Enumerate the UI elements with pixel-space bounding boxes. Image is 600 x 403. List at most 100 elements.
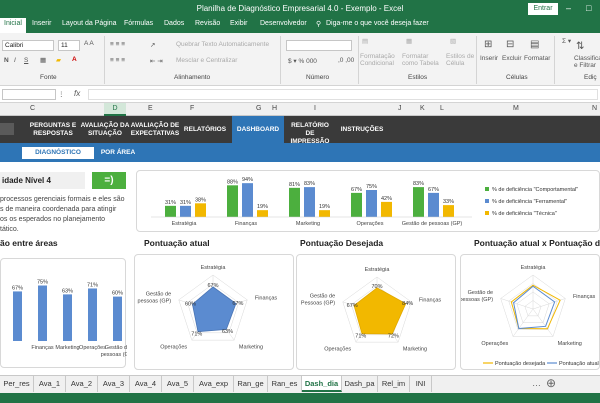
bold-icon[interactable]: N	[4, 57, 9, 64]
sheet-tab[interactable]: Ava_2	[66, 376, 98, 392]
format-cells-button[interactable]: Formatar	[524, 55, 550, 62]
scroll-tabs-icon[interactable]: …	[532, 378, 541, 388]
column-header[interactable]: M	[513, 105, 519, 112]
tell-me-box[interactable]: Diga-me o que você deseja fazer	[326, 20, 429, 27]
column-header[interactable]: F	[190, 105, 194, 112]
sheet-tab[interactable]: Ava_4	[130, 376, 162, 392]
column-header[interactable]: C	[30, 105, 35, 112]
column-header[interactable]: I	[314, 105, 316, 112]
formula-input[interactable]	[88, 89, 598, 100]
group-number-label: Número	[306, 74, 330, 81]
align-top-icon[interactable]: ≡ ≡ ≡	[110, 41, 125, 48]
insert-cells-icon[interactable]: ⊞	[484, 39, 492, 50]
format-table-button[interactable]: Formatar como Tabela	[402, 53, 444, 67]
nav-instrucoes[interactable]: INSTRUÇÕES	[338, 126, 386, 134]
underline-icon[interactable]: S	[24, 57, 28, 64]
minimize-icon[interactable]: –	[566, 3, 571, 13]
column-header[interactable]: L	[440, 105, 444, 112]
autosum-icon[interactable]: Σ ▾	[562, 37, 571, 45]
radar-category-label: Marketing	[558, 341, 582, 347]
ribbon-separator	[358, 36, 359, 84]
column-header[interactable]: D	[104, 103, 126, 116]
restore-icon[interactable]: □	[586, 3, 591, 13]
fx-icon[interactable]: fx	[74, 89, 80, 98]
delete-cells-button[interactable]: Excluir	[502, 55, 522, 62]
grow-font-icon[interactable]: A A	[84, 40, 94, 47]
tab-desenvolvedor[interactable]: Desenvolvedor	[260, 20, 307, 27]
sheet-tab[interactable]: Dash_dia	[302, 376, 342, 392]
tab-por-area[interactable]: POR ÁREA	[96, 147, 140, 159]
sheet-tab[interactable]: Ava_1	[34, 376, 66, 392]
cell-styles-icon[interactable]: ▧	[450, 37, 456, 45]
italic-icon[interactable]: I	[14, 57, 16, 64]
tab-exibir[interactable]: Exibir	[230, 20, 248, 27]
add-sheet-icon[interactable]: ⊕	[546, 376, 556, 390]
ribbon-tabs: Inicial Inserir Layout da Página Fórmula…	[0, 17, 600, 33]
sheet-tab[interactable]: Ava_3	[98, 376, 130, 392]
tab-inserir[interactable]: Inserir	[32, 20, 51, 27]
delete-cells-icon[interactable]: ⊟	[506, 39, 514, 50]
ribbon: Calibri 11 A A N I S ▦ ▰ A Fonte ≡ ≡ ≡ ↗…	[0, 33, 600, 86]
merge-center-button[interactable]: Mesclar e Centralizar	[176, 57, 237, 64]
sheet-tab[interactable]: Ava_5	[162, 376, 194, 392]
radar-category-label: Finanças	[573, 294, 596, 300]
cell-styles-button[interactable]: Estilos de Célula	[446, 53, 476, 67]
legend-swatch	[485, 187, 489, 191]
font-size-select[interactable]: 11	[58, 40, 80, 51]
name-box[interactable]	[2, 89, 56, 100]
tab-layout[interactable]: Layout da Página	[62, 20, 117, 27]
tab-dados[interactable]: Dados	[164, 20, 184, 27]
sheet-tab[interactable]: Rel_im	[378, 376, 410, 392]
column-headers: C D E F G H I J K L M N	[0, 103, 600, 116]
column-header[interactable]: G	[256, 105, 261, 112]
category-label: Operações	[357, 221, 384, 227]
nav-relatorios[interactable]: RELATÓRIOS	[182, 126, 228, 134]
chart-bar	[227, 185, 238, 217]
sort-filter-button[interactable]: Classificar e Filtrar	[574, 55, 600, 69]
decimal-icon[interactable]: ,0 ,00	[338, 57, 354, 64]
cond-format-icon[interactable]: ▤	[362, 37, 368, 45]
column-header[interactable]: J	[398, 105, 402, 112]
nav-perguntas[interactable]: PERGUNTAS E RESPOSTAS	[24, 122, 82, 138]
name-box-dropdown-icon[interactable]: ⋮	[58, 90, 65, 98]
font-color-icon[interactable]: A	[72, 56, 77, 63]
sort-filter-icon[interactable]: ⇅	[576, 41, 584, 52]
column-header[interactable]: N	[592, 105, 597, 112]
orientation-icon[interactable]: ↗	[150, 41, 155, 49]
tell-me-icon[interactable]: ⚲	[316, 20, 321, 28]
group-cells-label: Células	[506, 74, 528, 81]
column-header[interactable]: H	[272, 105, 277, 112]
indent-icon[interactable]: ⇤ ⇥	[150, 57, 163, 65]
tab-inicial[interactable]: Inicial	[0, 18, 26, 33]
chart-bar	[38, 285, 47, 341]
sheet-tab[interactable]: Dash_pa	[342, 376, 378, 392]
column-header[interactable]: E	[148, 105, 153, 112]
tab-revisao[interactable]: Revisão	[195, 20, 220, 27]
sheet-tab[interactable]: Ran_ge	[234, 376, 268, 392]
nav-avaliacao-expectativas[interactable]: AVALIAÇÃO DE EXPECTATIVAS	[130, 122, 180, 138]
sheet-tab[interactable]: Per_res	[0, 376, 34, 392]
nav-dashboard[interactable]: DASHBOARD	[232, 116, 284, 143]
fill-color-icon[interactable]: ▰	[56, 56, 61, 64]
align-left-icon[interactable]: ≡ ≡ ≡	[110, 57, 125, 64]
tab-diagnostico[interactable]: DIAGNÓSTICO	[22, 147, 94, 159]
currency-icon[interactable]: $ ▾ % 000	[288, 57, 317, 65]
borders-icon[interactable]: ▦	[40, 56, 46, 64]
sheet-tab[interactable]: INI	[410, 376, 432, 392]
data-label: 71%	[87, 282, 98, 288]
sheet-tab[interactable]: Ran_es	[268, 376, 302, 392]
signin-button[interactable]: Entrar	[528, 3, 558, 15]
number-format-select[interactable]	[286, 40, 352, 51]
logo	[0, 123, 14, 135]
format-table-icon[interactable]: ▦	[406, 37, 412, 45]
font-name-select[interactable]: Calibri	[2, 40, 54, 51]
insert-cells-button[interactable]: Inserir	[480, 55, 498, 62]
radar-category-label: Estratégia	[521, 265, 547, 271]
wrap-text-button[interactable]: Quebrar Texto Automaticamente	[176, 41, 269, 48]
format-cells-icon[interactable]: ▤	[530, 39, 539, 50]
cond-format-button[interactable]: Formatação Condicional	[360, 53, 400, 67]
tab-formulas[interactable]: Fórmulas	[124, 20, 153, 27]
sheet-tab[interactable]: Ava_exp	[194, 376, 234, 392]
column-header[interactable]: K	[420, 105, 425, 112]
nav-avaliacao-situacao[interactable]: AVALIAÇÃO DA SITUAÇÃO	[80, 122, 130, 138]
